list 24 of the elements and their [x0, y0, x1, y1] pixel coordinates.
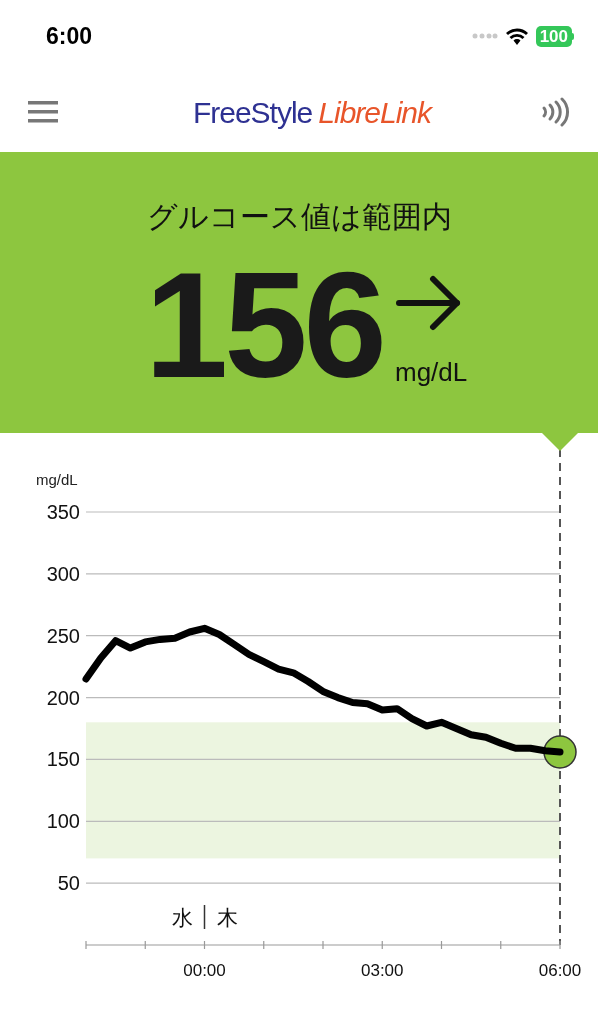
day-label: 水 — [171, 906, 193, 929]
glucose-unit: mg/dL — [395, 356, 468, 389]
x-tick-label: 00:00 — [183, 961, 226, 980]
status-time: 6:00 — [46, 21, 93, 51]
menu-icon[interactable] — [28, 100, 58, 124]
x-tick-label: 06:00 — [538, 961, 582, 980]
y-tick-label: 350 — [46, 501, 80, 523]
wifi-icon — [505, 27, 528, 45]
y-tick-label: 200 — [46, 686, 80, 709]
signal-icon — [471, 33, 498, 39]
axis-unit-label: mg/dL — [36, 471, 78, 488]
y-tick-label: 250 — [46, 624, 80, 647]
x-tick-label: 03:00 — [361, 961, 404, 980]
current-reading-dot — [543, 735, 577, 769]
y-tick-label: 50 — [57, 872, 80, 895]
day-label: 木 — [216, 906, 238, 929]
app-logo: FreeStyle LibreLink — [192, 94, 432, 131]
glucose-status: グルコース値は範囲内 — [146, 199, 452, 235]
battery-indicator: 100 — [535, 25, 574, 47]
glucose-value: 156 — [144, 245, 383, 405]
y-tick-label: 100 — [46, 810, 80, 833]
y-tick-label: 300 — [46, 562, 80, 585]
y-tick-label: 150 — [46, 748, 80, 771]
sensor-scan-icon[interactable] — [540, 97, 570, 127]
